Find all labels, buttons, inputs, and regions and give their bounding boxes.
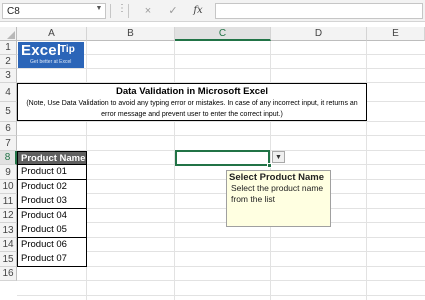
data-validation-dropdown-button[interactable]: ▼ (272, 151, 285, 163)
active-cell-c8[interactable] (175, 150, 270, 166)
name-box[interactable]: C8 (2, 3, 106, 19)
row-header-5[interactable]: 5 (0, 102, 17, 122)
logo-tagline: Get better at Excel (30, 59, 72, 65)
row-header-1[interactable]: 1 (0, 41, 17, 55)
row-header-10[interactable]: 10 (0, 180, 17, 194)
table-row[interactable]: Product 05 (17, 223, 87, 238)
row-header-8[interactable]: 8 (0, 151, 17, 165)
column-header-d[interactable]: D (271, 27, 367, 41)
table-row[interactable]: Product 06 (17, 238, 87, 253)
gridline (366, 41, 367, 300)
column-header-e[interactable]: E (367, 27, 425, 41)
formula-input[interactable] (215, 3, 423, 19)
row-header-3[interactable]: 3 (0, 69, 17, 83)
row-header-12[interactable]: 12 (0, 209, 17, 223)
row-header-15[interactable]: 15 (0, 252, 17, 267)
gridline (17, 280, 425, 281)
gridline (174, 41, 175, 300)
page-title: Data Validation in Microsoft Excel (115, 86, 269, 97)
table-row[interactable]: Product 07 (17, 252, 87, 267)
formula-bar-divider (128, 4, 129, 18)
gridline (17, 135, 425, 136)
row-header-14[interactable]: 14 (0, 238, 17, 252)
input-message-body: Select the product name from the list (231, 183, 324, 204)
row-header-16[interactable]: 16 (0, 267, 17, 281)
logo-tip-text: Tip (60, 44, 75, 55)
cancel-icon[interactable]: × (140, 3, 156, 19)
table-row[interactable]: Product 04 (17, 209, 87, 224)
fill-handle[interactable] (267, 163, 272, 168)
row-header-6[interactable]: 6 (0, 122, 17, 136)
insert-function-icon[interactable]: fx (190, 3, 206, 19)
input-message-title: Select Product Name (229, 172, 325, 183)
enter-icon[interactable]: ✓ (165, 3, 181, 19)
gridline (17, 68, 425, 69)
column-header-c[interactable]: C (175, 27, 271, 41)
table-row[interactable]: Product 03 (17, 194, 87, 209)
row-header-7[interactable]: 7 (0, 136, 17, 151)
logo-text: Excel (21, 42, 62, 59)
row-header-9[interactable]: 9 (0, 165, 17, 180)
row-header-13[interactable]: 13 (0, 223, 17, 238)
column-header-a[interactable]: A (17, 27, 87, 41)
column-header-b[interactable]: B (87, 27, 175, 41)
table-row[interactable]: Product 02 (17, 180, 87, 195)
gridline (17, 295, 425, 296)
formula-bar-divider (110, 4, 111, 18)
chevron-down-icon: ▼ (275, 154, 282, 161)
row-header-2[interactable]: 2 (0, 55, 17, 69)
note-text: (Note, Use Data Validation to avoid any … (26, 100, 358, 118)
chevron-down-icon[interactable]: ▼ (94, 2, 104, 15)
gridline (17, 121, 425, 122)
more-icon: ⋮ (117, 3, 127, 14)
row-header-11[interactable]: 11 (0, 194, 17, 209)
row-header-4[interactable]: 4 (0, 83, 17, 102)
select-all-icon (7, 31, 15, 39)
table-header-product-name[interactable]: Product Name (17, 151, 87, 165)
table-row[interactable]: Product 01 (17, 165, 87, 180)
